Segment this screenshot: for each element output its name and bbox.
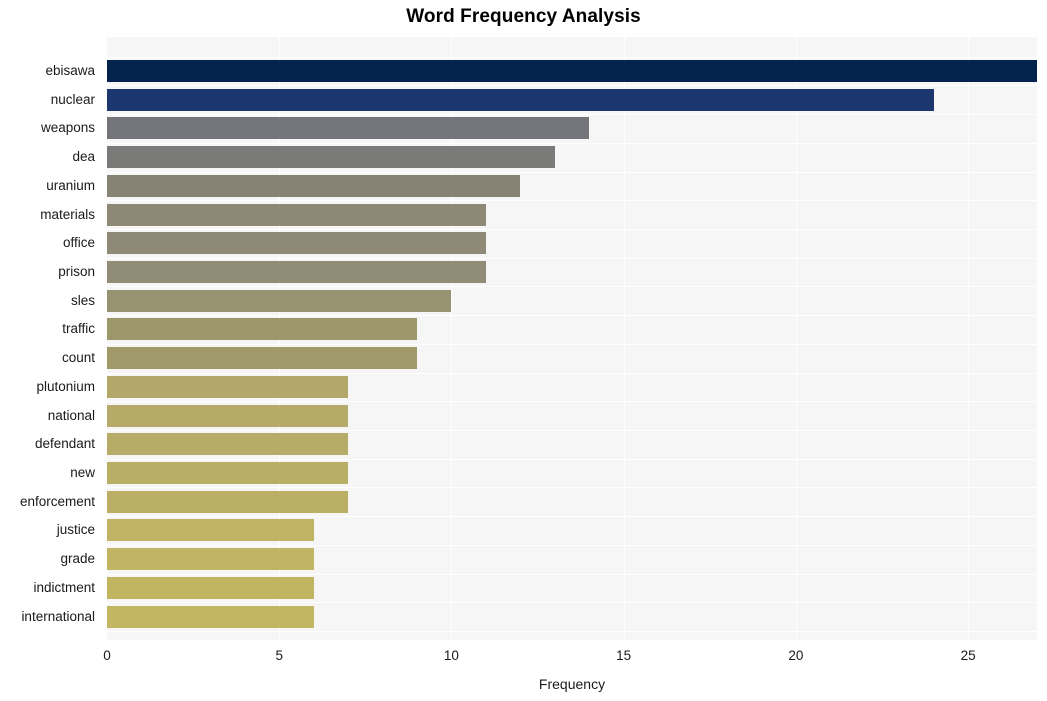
x-tick-label-25: 25 — [960, 648, 976, 663]
x-tick-label-15: 15 — [616, 648, 632, 663]
bar-ebisawa — [107, 60, 1037, 83]
gridline-horizontal — [107, 516, 1037, 518]
bar-international — [107, 605, 314, 628]
gridline-horizontal — [107, 200, 1037, 202]
y-tick-label-dea: dea — [72, 149, 95, 165]
y-tick-label-new: new — [70, 465, 95, 481]
bar-count — [107, 347, 417, 370]
y-tick-label-weapons: weapons — [40, 120, 95, 136]
gridline-horizontal — [107, 544, 1037, 546]
bar-indictment — [107, 576, 314, 599]
y-tick-label-ebisawa: ebisawa — [45, 63, 95, 79]
bar-nuclear — [107, 88, 934, 111]
bar-uranium — [107, 174, 521, 197]
x-tick-label-5: 5 — [275, 648, 283, 663]
gridline-vertical — [623, 37, 625, 640]
bar-sles — [107, 289, 452, 312]
y-tick-label-count: count — [61, 350, 95, 366]
x-tick-label-20: 20 — [788, 648, 804, 663]
bar-defendant — [107, 433, 349, 456]
y-tick-label-sles: sles — [70, 292, 95, 308]
bar-materials — [107, 203, 486, 226]
gridline-horizontal — [107, 257, 1037, 259]
y-axis: ebisawa nuclear weapons dea uranium materials… — [0, 37, 101, 640]
gridline-horizontal — [107, 85, 1037, 87]
gridline-horizontal — [107, 630, 1037, 632]
y-tick-label-grade: grade — [60, 551, 95, 567]
gridline-horizontal — [107, 429, 1037, 431]
bar-grade — [107, 548, 314, 571]
bar-enforcement — [107, 490, 349, 513]
gridline-horizontal — [107, 286, 1037, 288]
gridline-horizontal — [107, 114, 1037, 116]
gridline-horizontal — [107, 171, 1037, 173]
y-tick-label-international: international — [21, 608, 95, 624]
gridline-horizontal — [107, 142, 1037, 144]
x-axis: 0 5 10 15 20 25 Frequency — [0, 640, 1047, 701]
y-tick-label-enforcement: enforcement — [19, 493, 95, 509]
bar-weapons — [107, 117, 590, 140]
y-tick-label-office: office — [62, 235, 95, 251]
plot-area — [107, 37, 1037, 640]
bar-office — [107, 232, 486, 255]
bar-dea — [107, 146, 555, 169]
y-tick-label-prison: prison — [58, 264, 95, 280]
x-tick-label-0: 0 — [103, 648, 111, 663]
y-tick-label-defendant: defendant — [34, 436, 95, 452]
gridline-horizontal — [107, 315, 1037, 317]
bar-justice — [107, 519, 314, 542]
y-tick-label-indictment: indictment — [33, 579, 95, 595]
bar-new — [107, 462, 349, 485]
y-tick-label-nuclear: nuclear — [50, 91, 95, 107]
gridline-horizontal — [107, 458, 1037, 460]
gridline-horizontal — [107, 573, 1037, 575]
y-tick-label-national: national — [47, 407, 95, 423]
bar-prison — [107, 261, 486, 284]
y-tick-label-uranium: uranium — [46, 177, 95, 193]
gridline-horizontal — [107, 343, 1037, 345]
y-tick-label-plutonium: plutonium — [36, 378, 95, 394]
gridline-horizontal — [107, 487, 1037, 489]
y-tick-label-justice: justice — [56, 522, 95, 538]
bar-national — [107, 404, 349, 427]
y-tick-label-materials: materials — [40, 206, 95, 222]
gridline-horizontal — [107, 228, 1037, 230]
chart-title: Word Frequency Analysis — [406, 6, 641, 27]
gridline-vertical — [968, 37, 970, 640]
gridline-horizontal — [107, 401, 1037, 403]
y-tick-label-traffic: traffic — [62, 321, 95, 337]
x-tick-label-10: 10 — [443, 648, 459, 663]
gridline-vertical — [795, 37, 797, 640]
bar-traffic — [107, 318, 417, 341]
bar-plutonium — [107, 375, 349, 398]
word-frequency-chart: Word Frequency Analysis ebisawa nuclear we… — [0, 0, 1047, 701]
x-axis-title: Frequency — [538, 676, 606, 692]
gridline-horizontal — [107, 372, 1037, 374]
gridline-horizontal — [107, 602, 1037, 604]
gridline-horizontal — [107, 56, 1037, 58]
